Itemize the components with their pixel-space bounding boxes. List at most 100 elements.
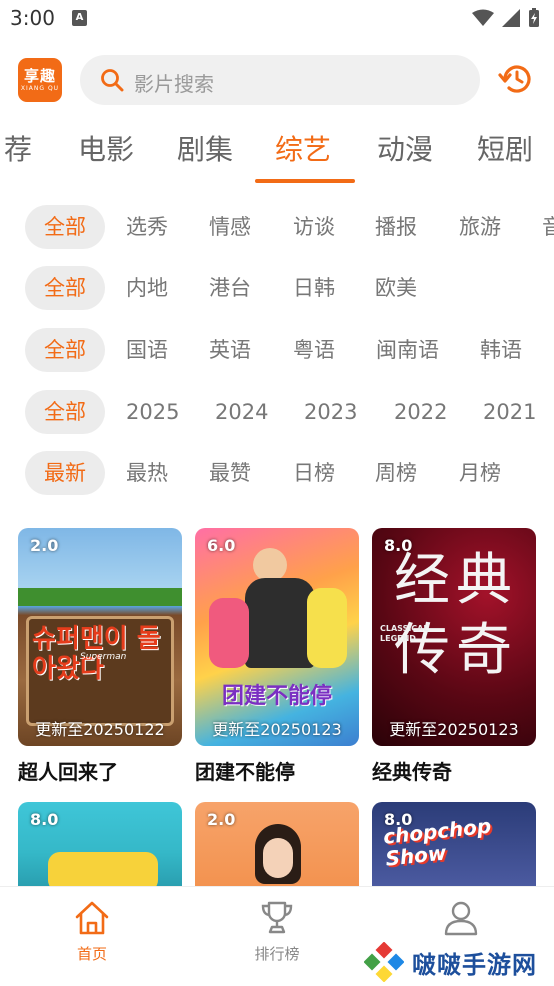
filter-row-language: 全部 国语 英语 粤语 闽南语 韩语 (0, 328, 554, 372)
poster-art-subtext: Superman (80, 652, 127, 662)
tab-movie[interactable]: 电影 (78, 128, 134, 168)
notification-icon: A (72, 10, 87, 26)
filter-chip[interactable]: 播报 (375, 205, 417, 249)
home-icon (75, 901, 109, 935)
filter-chip[interactable]: 全部 (25, 328, 105, 372)
poster-image[interactable]: 2.0 (195, 802, 359, 886)
logo-subtext: XIANG QU (20, 85, 60, 92)
video-card[interactable]: 2.0 (195, 802, 359, 886)
poster-grass (18, 588, 182, 606)
filter-chip[interactable]: 2024 (215, 390, 268, 434)
nav-label: 首页 (76, 945, 107, 963)
poster-image[interactable]: 经典 传奇 CLASSICAL LEGEND 8.0 更新至20250123 (372, 528, 536, 746)
filter-chip[interactable]: 日榜 (293, 451, 335, 495)
filter-chip[interactable]: 内地 (126, 266, 168, 310)
poster-figure (263, 838, 293, 878)
poster-art-subtext: CLASSICAL LEGEND (380, 624, 429, 643)
status-icons (472, 8, 540, 28)
filter-chip[interactable]: 月榜 (459, 451, 501, 495)
score-badge: 8.0 (384, 536, 413, 555)
update-label: 更新至20250123 (212, 720, 342, 739)
watermark: 啵啵手游网 (364, 942, 537, 982)
score-badge: 8.0 (384, 810, 413, 829)
filter-chip[interactable]: 港台 (209, 266, 251, 310)
tab-series[interactable]: 剧集 (177, 128, 233, 168)
card-title[interactable]: 超人回来了 (18, 756, 182, 785)
tab-variety[interactable]: 综艺 (275, 128, 331, 168)
filter-chip[interactable]: 情感 (209, 205, 251, 249)
filter-chip[interactable]: 韩语 (480, 328, 522, 372)
poster-figure (245, 578, 315, 668)
filter-chip[interactable]: 全部 (25, 266, 105, 310)
filter-chip[interactable]: 日韩 (293, 266, 335, 310)
tab-short-drama[interactable]: 短剧 (477, 128, 533, 168)
filter-chip[interactable]: 最赞 (209, 451, 251, 495)
filter-chip[interactable]: 2021 (483, 390, 536, 434)
filter-chip[interactable]: 全部 (25, 205, 105, 249)
poster-image[interactable]: 슈퍼맨이 돌아왔다 Superman 2.0 更新至20250122 (18, 528, 182, 746)
filter-chip[interactable]: 访谈 (293, 205, 335, 249)
nav-home[interactable]: 首页 (32, 899, 152, 964)
poster-art-text: 团建不能停 (221, 684, 332, 709)
poster-image[interactable]: chopchop Show 8.0 (372, 802, 536, 886)
poster-art-text: 经典 传奇 (394, 548, 518, 683)
video-card[interactable]: 8.0 (18, 802, 182, 886)
filter-chip[interactable]: 2022 (394, 390, 447, 434)
card-title[interactable]: 团建不能停 (195, 756, 359, 785)
filter-chip[interactable]: 2023 (304, 390, 357, 434)
filter-chip[interactable]: 闽南语 (376, 328, 439, 372)
poster-figure (253, 548, 287, 582)
filter-chip[interactable]: 国语 (126, 328, 168, 372)
nav-profile[interactable] (401, 899, 521, 943)
filter-row-type: 全部 选秀 情感 访谈 播报 旅游 音 (0, 205, 554, 249)
card-title[interactable]: 经典传奇 (372, 756, 536, 785)
video-card[interactable]: 团建不能停 6.0 更新至20250123 团建不能停 (195, 528, 359, 785)
poster-figure (209, 598, 249, 668)
filter-chip[interactable]: 最热 (126, 451, 168, 495)
wifi-icon (472, 9, 494, 26)
tab-anime[interactable]: 动漫 (377, 128, 433, 168)
nav-ranking[interactable]: 排行榜 (217, 899, 337, 964)
battery-icon (529, 8, 539, 27)
filter-chip[interactable]: 全部 (25, 390, 105, 434)
filter-chip[interactable]: 周榜 (375, 451, 417, 495)
status-time: 3:00 (10, 6, 55, 30)
score-badge: 2.0 (30, 536, 59, 555)
filter-chip[interactable]: 粤语 (293, 328, 335, 372)
user-icon (444, 901, 478, 936)
score-badge: 8.0 (30, 810, 59, 829)
signal-icon (502, 9, 520, 27)
video-card[interactable]: chopchop Show 8.0 (372, 802, 536, 886)
filter-chip[interactable]: 旅游 (459, 205, 501, 249)
filter-row-year: 全部 2025 2024 2023 2022 2021 (0, 390, 554, 434)
category-tabs: 荐 电影 剧集 综艺 动漫 短剧 (0, 118, 554, 188)
score-badge: 2.0 (207, 810, 236, 829)
search-input[interactable]: 影片搜索 (80, 55, 480, 105)
nav-label: 排行榜 (254, 945, 300, 963)
header: 享趣 XIANG QU 影片搜索 (0, 50, 554, 110)
watermark-text: 啵啵手游网 (412, 950, 537, 979)
score-badge: 6.0 (207, 536, 236, 555)
filter-chip[interactable]: 最新 (25, 451, 105, 495)
update-label: 更新至20250122 (35, 720, 165, 739)
history-icon[interactable] (498, 62, 534, 96)
search-placeholder: 影片搜索 (134, 72, 214, 96)
diamond-logo-icon (364, 942, 404, 982)
app-logo[interactable]: 享趣 XIANG QU (18, 58, 62, 102)
filter-chip[interactable]: 欧美 (375, 266, 417, 310)
status-bar: 3:00 A (0, 0, 554, 38)
filter-chip[interactable]: 音 (542, 205, 554, 249)
video-card[interactable]: 经典 传奇 CLASSICAL LEGEND 8.0 更新至20250123 经… (372, 528, 536, 785)
poster-figure (307, 588, 347, 668)
filter-chip[interactable]: 选秀 (126, 205, 168, 249)
logo-text: 享趣 (23, 67, 56, 85)
update-label: 更新至20250123 (389, 720, 519, 739)
filter-chip[interactable]: 英语 (209, 328, 251, 372)
poster-shape (48, 852, 158, 886)
filter-row-region: 全部 内地 港台 日韩 欧美 (0, 266, 554, 310)
tab-recommend[interactable]: 荐 (4, 128, 32, 168)
filter-chip[interactable]: 2025 (126, 390, 179, 434)
poster-image[interactable]: 团建不能停 6.0 更新至20250123 (195, 528, 359, 746)
video-card[interactable]: 슈퍼맨이 돌아왔다 Superman 2.0 更新至20250122 超人回来了 (18, 528, 182, 785)
poster-image[interactable]: 8.0 (18, 802, 182, 886)
